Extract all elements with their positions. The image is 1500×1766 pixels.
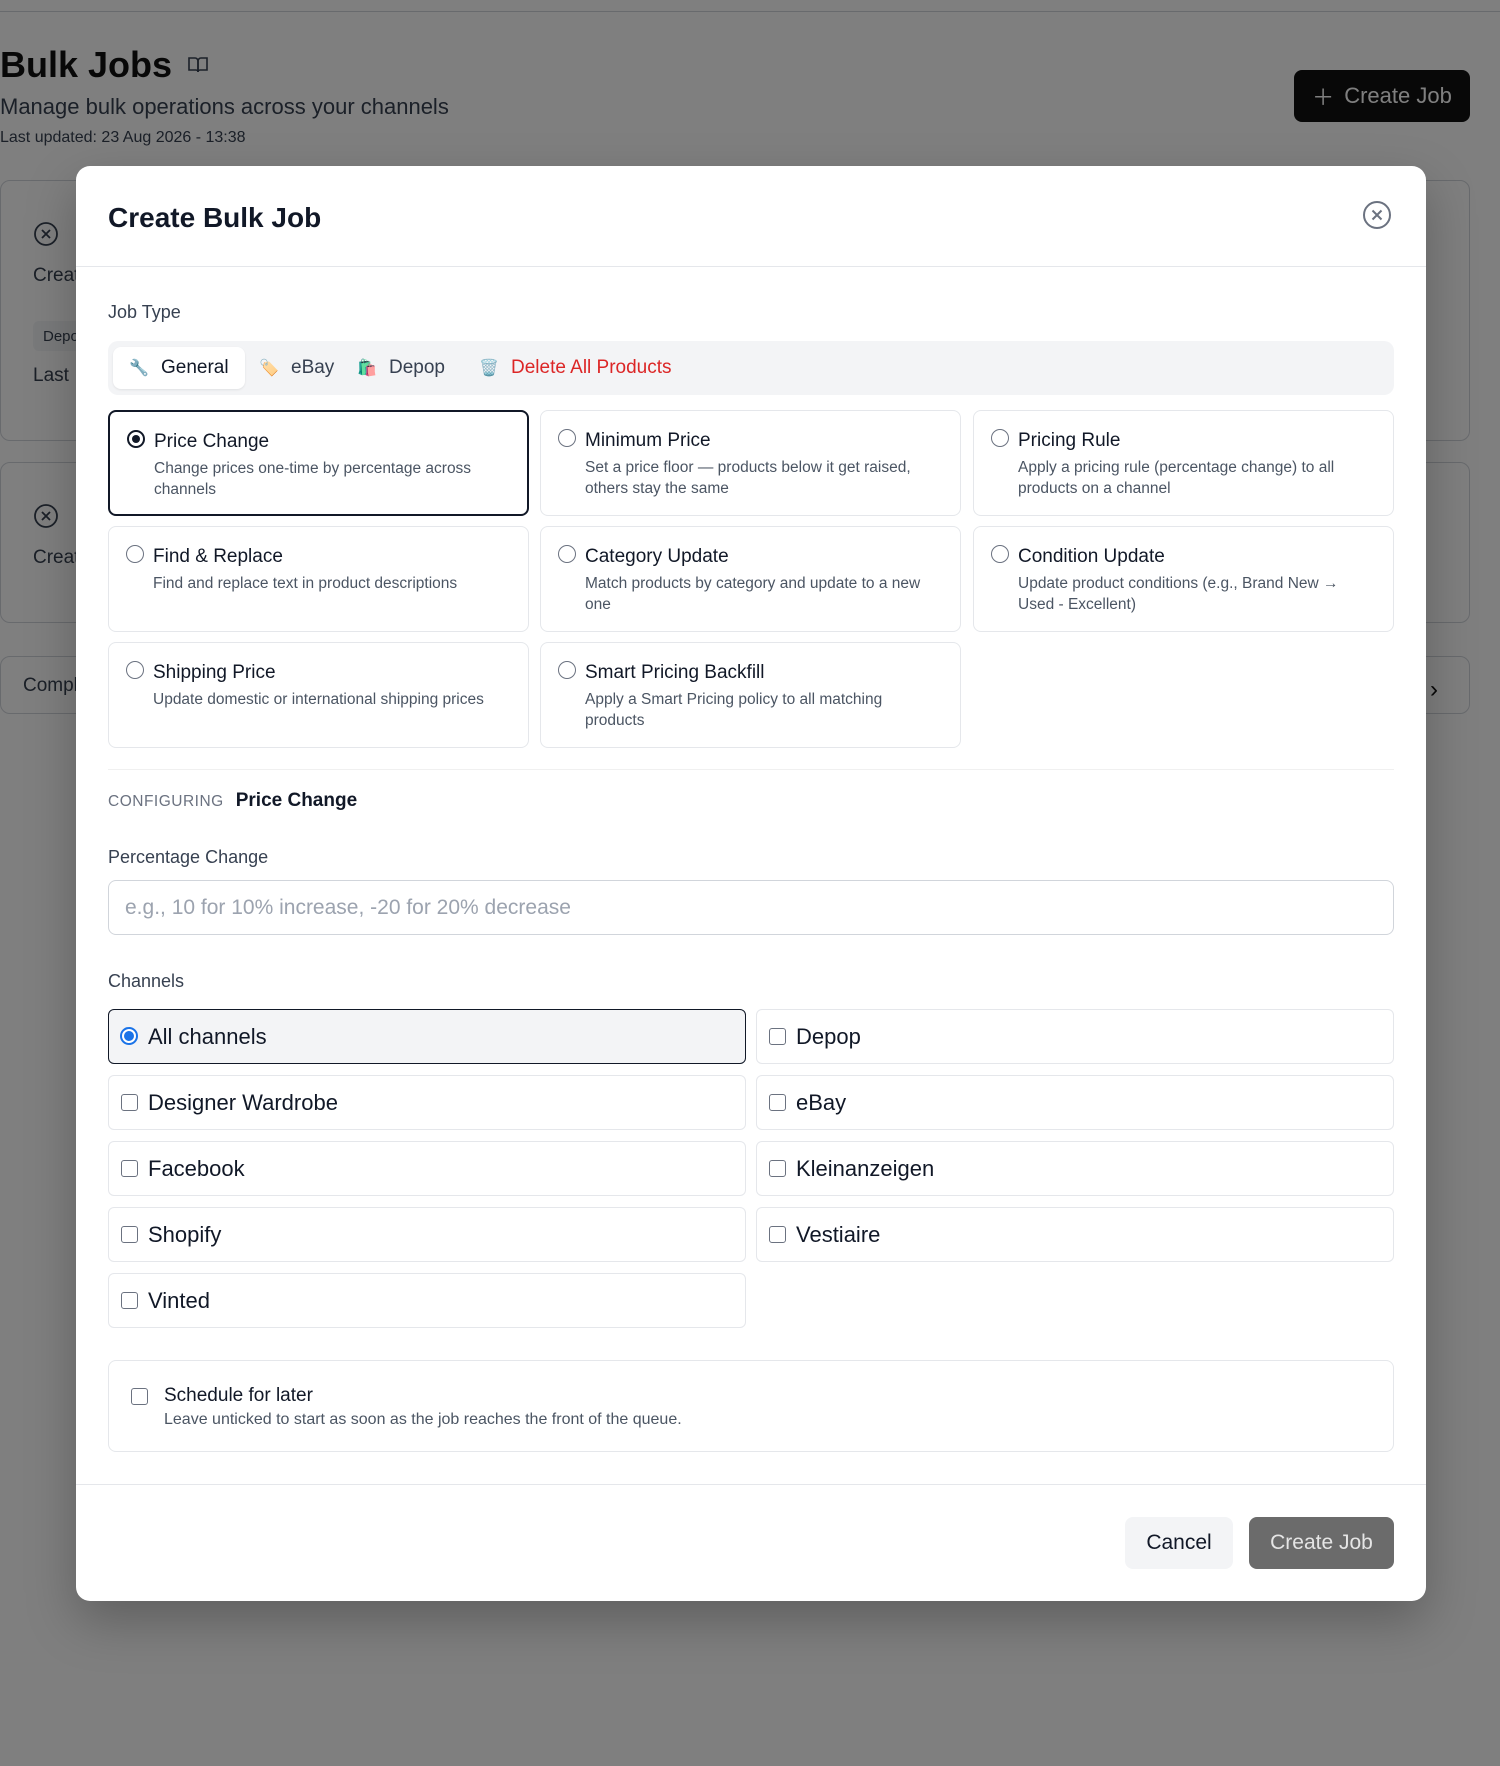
schedule-label: Schedule for later bbox=[164, 1385, 313, 1406]
configuring-label: CONFIGURING bbox=[108, 793, 224, 810]
channel-option-vestiaire[interactable]: Vestiaire bbox=[756, 1207, 1394, 1262]
channel-option-all-channels[interactable]: All channels bbox=[108, 1009, 746, 1064]
wrench-icon: 🔧 bbox=[129, 360, 149, 377]
job-type-find-replace[interactable]: Find & Replace Find and replace text in … bbox=[108, 526, 529, 632]
checkbox[interactable] bbox=[121, 1226, 138, 1243]
tab-label: General bbox=[161, 357, 229, 378]
channel-label: Depop bbox=[796, 1024, 861, 1049]
job-type-label: Job Type bbox=[108, 302, 181, 322]
tab-depop[interactable]: 🛍️ Depop bbox=[341, 347, 461, 389]
job-type-minimum-price[interactable]: Minimum Price Set a price floor — produc… bbox=[540, 410, 961, 516]
job-type-category-update[interactable]: Category Update Match products by catego… bbox=[540, 526, 961, 632]
checkbox[interactable] bbox=[121, 1094, 138, 1111]
job-type-name: Price Change bbox=[154, 431, 270, 452]
channel-label: Facebook bbox=[148, 1156, 245, 1181]
channel-option-shopify[interactable]: Shopify bbox=[108, 1207, 746, 1262]
checkbox[interactable] bbox=[769, 1028, 786, 1045]
radio-button[interactable] bbox=[558, 545, 576, 563]
percentage-change-input[interactable] bbox=[108, 880, 1394, 935]
radio-button[interactable] bbox=[127, 430, 145, 448]
job-type-description: Apply a Smart Pricing policy to all matc… bbox=[585, 691, 883, 729]
checkbox[interactable] bbox=[769, 1094, 786, 1111]
job-type-name: Condition Update bbox=[1018, 546, 1165, 567]
tab-ebay[interactable]: 🏷️ eBay bbox=[243, 347, 350, 389]
channel-label: Vestiaire bbox=[796, 1222, 881, 1247]
shopping-bag-icon: 🛍️ bbox=[357, 360, 377, 377]
channel-option-facebook[interactable]: Facebook bbox=[108, 1141, 746, 1196]
percentage-change-label: Percentage Change bbox=[108, 847, 269, 867]
job-type-name: Category Update bbox=[585, 546, 729, 567]
checkbox[interactable] bbox=[769, 1160, 786, 1177]
radio-button[interactable] bbox=[558, 661, 576, 679]
channels-label: Channels bbox=[108, 971, 185, 991]
checkbox[interactable] bbox=[131, 1388, 148, 1405]
checkbox[interactable] bbox=[121, 1292, 138, 1309]
create-job-submit-button[interactable]: Create Job bbox=[1249, 1517, 1394, 1569]
cancel-button[interactable]: Cancel bbox=[1125, 1517, 1233, 1569]
channel-label: All channels bbox=[148, 1024, 267, 1049]
job-type-description: Match products by category and update to… bbox=[585, 575, 921, 613]
tab-label: Delete All Products bbox=[511, 357, 672, 378]
job-type-description: Set a price floor — products below it ge… bbox=[585, 459, 911, 497]
configuring-value: Price Change bbox=[235, 790, 358, 811]
channel-option-kleinanzeigen[interactable]: Kleinanzeigen bbox=[756, 1141, 1394, 1196]
job-type-name: Smart Pricing Backfill bbox=[585, 662, 765, 683]
channel-option-designer-wardrobe[interactable]: Designer Wardrobe bbox=[108, 1075, 746, 1130]
channel-label: Vinted bbox=[148, 1288, 210, 1313]
channel-option-depop[interactable]: Depop bbox=[756, 1009, 1394, 1064]
channel-option-vinted[interactable]: Vinted bbox=[108, 1273, 746, 1328]
channel-option-ebay[interactable]: eBay bbox=[756, 1075, 1394, 1130]
schedule-description: Leave unticked to start as soon as the j… bbox=[164, 1411, 682, 1428]
job-type-name: Minimum Price bbox=[585, 430, 711, 451]
section-divider bbox=[108, 769, 1394, 770]
tab-general[interactable]: 🔧 General bbox=[113, 347, 245, 389]
radio-button[interactable] bbox=[558, 429, 576, 447]
tag-icon: 🏷️ bbox=[259, 360, 279, 377]
job-type-name: Pricing Rule bbox=[1018, 430, 1121, 451]
job-type-smart-pricing-backfill[interactable]: Smart Pricing Backfill Apply a Smart Pri… bbox=[540, 642, 961, 748]
job-type-name: Shipping Price bbox=[153, 662, 276, 683]
configuring-header: CONFIGURING Price Change bbox=[108, 790, 357, 812]
close-icon bbox=[1363, 201, 1391, 229]
tab-label: eBay bbox=[291, 357, 335, 378]
channel-label: eBay bbox=[796, 1090, 847, 1115]
job-type-pricing-rule[interactable]: Pricing Rule Apply a pricing rule (perce… bbox=[973, 410, 1394, 516]
job-type-condition-update[interactable]: Condition Update Update product conditio… bbox=[973, 526, 1394, 632]
tab-delete-all-products[interactable]: 🗑️ Delete All Products bbox=[463, 347, 688, 389]
job-type-description: Change prices one-time by percentage acr… bbox=[154, 460, 472, 498]
channel-label: Kleinanzeigen bbox=[796, 1156, 935, 1181]
modal-header: Create Bulk Job bbox=[76, 166, 1426, 267]
job-type-shipping-price[interactable]: Shipping Price Update domestic or intern… bbox=[108, 642, 529, 748]
channel-label: Designer Wardrobe bbox=[148, 1090, 338, 1115]
create-bulk-job-dialog: Create Bulk Job Job Type 🔧 General 🏷️ eB… bbox=[76, 166, 1426, 1601]
radio-button[interactable] bbox=[126, 661, 144, 679]
job-type-price-change[interactable]: Price Change Change prices one-time by p… bbox=[108, 410, 529, 516]
close-button[interactable] bbox=[1362, 200, 1392, 230]
channel-label: Shopify bbox=[148, 1222, 222, 1247]
job-type-tabs: 🔧 General 🏷️ eBay 🛍️ Depop 🗑️ Delete All… bbox=[108, 341, 1394, 395]
job-type-description: Find and replace text in product descrip… bbox=[153, 575, 458, 592]
job-type-name: Find & Replace bbox=[153, 546, 283, 567]
radio-button[interactable] bbox=[126, 545, 144, 563]
modal-title: Create Bulk Job bbox=[108, 202, 322, 233]
schedule-for-later-option[interactable]: Schedule for later Leave unticked to sta… bbox=[108, 1360, 1394, 1452]
checkbox[interactable] bbox=[121, 1160, 138, 1177]
trash-icon: 🗑️ bbox=[479, 360, 499, 377]
checkbox[interactable] bbox=[769, 1226, 786, 1243]
tab-label: Depop bbox=[389, 357, 445, 378]
job-type-description: Update product conditions (e.g., Brand N… bbox=[1018, 575, 1339, 613]
job-type-description: Apply a pricing rule (percentage change)… bbox=[1018, 459, 1335, 497]
radio-button[interactable] bbox=[991, 545, 1009, 563]
radio-button[interactable] bbox=[991, 429, 1009, 447]
radio-button[interactable] bbox=[120, 1027, 138, 1045]
job-type-description: Update domestic or international shippin… bbox=[153, 691, 484, 708]
